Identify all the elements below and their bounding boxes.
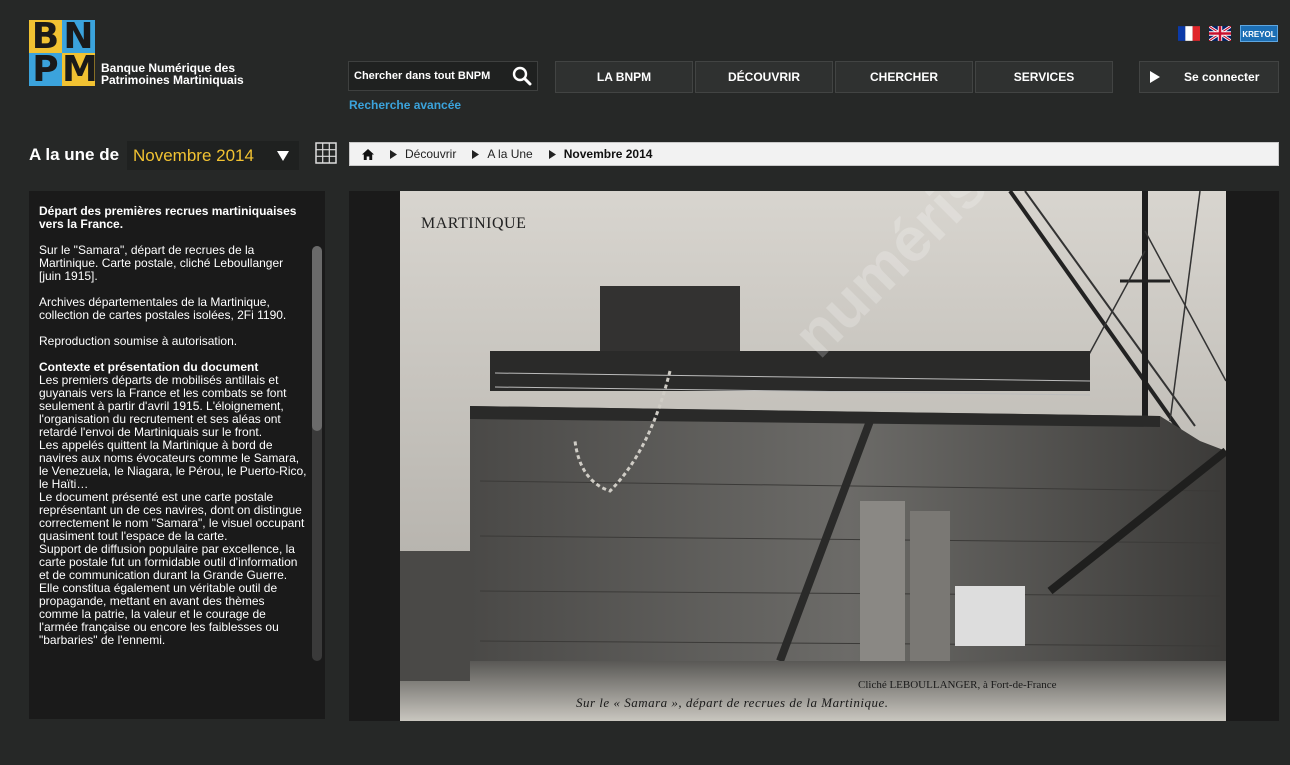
image-viewer: numérisé MARTINIQUE Cliché LEBOULLANGER,… [349, 191, 1279, 721]
ship-photo [400, 191, 1226, 721]
context-paragraph: Les appelés quittent la Martinique à bor… [39, 438, 307, 491]
kreyol-language-button[interactable]: KREYOL [1240, 25, 1278, 42]
context-paragraph: Les premiers départs de mobilisés antill… [39, 373, 287, 439]
description-title: Départ des premières recrues martiniquai… [39, 205, 297, 231]
breadcrumb-link-a-la-une[interactable]: A la Une [487, 147, 532, 161]
search-box [348, 61, 538, 91]
flag-fr-icon[interactable] [1178, 26, 1200, 41]
postcard-title: MARTINIQUE [421, 215, 527, 232]
nav-la-bnpm[interactable]: LA BNPM [555, 61, 693, 93]
month-dropdown[interactable]: Novembre 2014 [127, 141, 299, 170]
context-paragraph: Support de diffusion populaire par excel… [39, 542, 298, 647]
logo-text: Banque Numérique des Patrimoines Martini… [101, 62, 244, 86]
nav-chercher[interactable]: CHERCHER [835, 61, 973, 93]
play-arrow-icon [1150, 71, 1160, 83]
description-scrollbar[interactable] [312, 246, 322, 661]
login-button[interactable]: Se connecter [1139, 61, 1279, 93]
breadcrumb-item-current: Novembre 2014 [533, 147, 653, 161]
logo-tile-n: N [62, 20, 95, 53]
language-switcher: KREYOL [1178, 25, 1278, 42]
description-panel: Départ des premières recrues martiniquai… [29, 191, 325, 719]
main-nav: LA BNPM DÉCOUVRIR CHERCHER SERVICES [555, 61, 1113, 93]
breadcrumb-item-decouvrir: Découvrir [374, 147, 456, 161]
postcard-caption: Sur le « Samara », départ de recrues de … [576, 695, 889, 710]
bnpm-logo[interactable]: B N P M [29, 20, 95, 86]
breadcrumb-current: Novembre 2014 [563, 147, 653, 161]
une-heading: A la une de [29, 145, 120, 164]
advanced-search-link[interactable]: Recherche avancée [349, 98, 461, 112]
search-input[interactable] [349, 62, 507, 90]
description-scrollbar-thumb[interactable] [312, 246, 322, 431]
context-paragraph: Le document présenté est une carte posta… [39, 490, 305, 543]
breadcrumb-arrow-icon [390, 149, 397, 159]
flag-uk-icon[interactable] [1209, 26, 1231, 41]
breadcrumb-link-decouvrir[interactable]: Découvrir [405, 147, 456, 161]
description-paragraph: Sur le "Samara", départ de recrues de la… [39, 243, 284, 283]
home-icon[interactable] [362, 148, 374, 160]
breadcrumb-arrow-icon [472, 149, 480, 159]
logo-tile-b: B [29, 20, 62, 53]
logo-tile-p: P [29, 53, 62, 86]
nav-decouvrir[interactable]: DÉCOUVRIR [695, 61, 833, 93]
breadcrumb-item-a-la-une: A la Une [456, 147, 533, 161]
description-paragraph: Reproduction soumise à autorisation. [39, 334, 238, 348]
login-label: Se connecter [1184, 70, 1260, 84]
logo-tile-m: M [62, 53, 95, 86]
search-button[interactable] [507, 62, 537, 90]
breadcrumb: Découvrir A la Une Novembre 2014 [349, 142, 1279, 166]
nav-services[interactable]: SERVICES [975, 61, 1113, 93]
search-icon [512, 66, 532, 86]
grid-view-icon[interactable] [315, 142, 337, 164]
postcard-credit: Cliché LEBOULLANGER, à Fort-de-France [858, 679, 1057, 691]
month-value: Novembre 2014 [133, 145, 254, 165]
description-paragraph: Archives départementales de la Martiniqu… [39, 295, 287, 322]
dropdown-arrow-icon [277, 150, 289, 161]
breadcrumb-arrow-icon [548, 149, 556, 159]
description-content: Départ des premières recrues martiniquai… [39, 205, 307, 675]
postcard-image[interactable]: numérisé MARTINIQUE Cliché LEBOULLANGER,… [400, 191, 1226, 721]
logo-line-2: Patrimoines Martiniquais [101, 73, 244, 87]
